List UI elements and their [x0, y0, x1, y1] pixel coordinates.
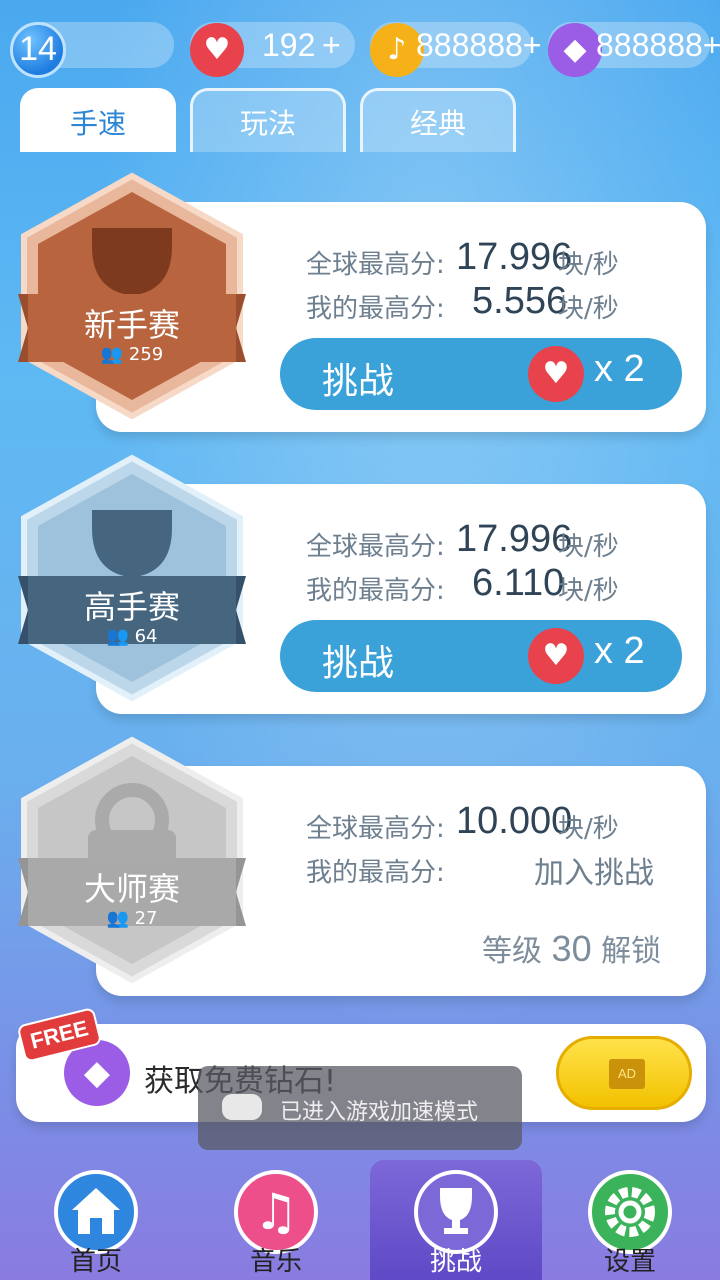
- challenge-button[interactable]: 挑战 ♥ x 2: [280, 338, 682, 410]
- heart-icon: ♥: [528, 628, 584, 684]
- nav-challenge-label: 挑战: [429, 1247, 482, 1277]
- expert-badge: 高手赛 👥 64: [14, 452, 250, 702]
- tab-classic[interactable]: 经典: [360, 88, 516, 152]
- global-best-label: 全球最高分:: [306, 814, 445, 844]
- league-name: 高手赛: [83, 588, 180, 626]
- global-best-value: 10.000: [456, 800, 573, 842]
- level-number: 14: [19, 30, 57, 68]
- ad-film-icon: AD: [609, 1059, 645, 1089]
- heart-icon: ♥: [190, 23, 244, 77]
- watch-ad-button[interactable]: AD: [556, 1036, 692, 1110]
- league-name: 新手赛: [83, 306, 180, 344]
- heart-icon: ♥: [528, 346, 584, 402]
- player-count: 👥 64: [106, 626, 158, 647]
- notes-count: 888888+: [416, 27, 542, 63]
- diamonds-count: 888888+: [596, 27, 720, 63]
- player-count: 👥 27: [106, 908, 158, 929]
- master-badge: 大师赛 👥 27: [14, 734, 250, 984]
- join-challenge-text: 加入挑战: [534, 856, 654, 891]
- nav-settings-label: 设置: [603, 1247, 656, 1277]
- players-icon: 👥: [100, 344, 129, 365]
- global-best-value: 17.996: [456, 236, 573, 278]
- nav-home-label: 首页: [69, 1247, 122, 1277]
- global-best-label: 全球最高分:: [306, 250, 445, 280]
- gamepad-icon: [222, 1094, 262, 1120]
- hearts-count: 192: [262, 27, 316, 63]
- my-best-label: 我的最高分:: [306, 294, 445, 324]
- nav-settings[interactable]: 设置: [540, 1160, 720, 1280]
- my-best-value: 5.556: [472, 280, 568, 322]
- my-best-value: 6.110: [472, 562, 565, 604]
- my-best-label: 我的最高分:: [306, 576, 445, 606]
- global-best-unit: 块/秒: [558, 250, 619, 280]
- game-mode-toast: 已进入游戏加速模式: [198, 1066, 522, 1150]
- global-best-unit: 块/秒: [558, 814, 619, 844]
- league-name: 大师赛: [83, 870, 180, 908]
- global-best-label: 全球最高分:: [306, 532, 445, 562]
- challenge-label: 挑战: [322, 361, 395, 402]
- nav-home[interactable]: 首页: [6, 1160, 186, 1280]
- my-best-unit: 块/秒: [558, 294, 619, 324]
- toast-message: 已进入游戏加速模式: [280, 1100, 479, 1125]
- players-icon: 👥: [106, 626, 135, 647]
- global-best-value: 17.996: [456, 518, 573, 560]
- challenge-button[interactable]: 挑战 ♥ x 2: [280, 620, 682, 692]
- heart-cost: x 2: [594, 630, 645, 672]
- player-count: 👥 259: [100, 344, 164, 365]
- beginner-badge: 新手赛 👥 259: [14, 170, 250, 420]
- tab-gameplay[interactable]: 玩法: [190, 88, 346, 152]
- players-icon: 👥: [106, 908, 135, 929]
- add-hearts-button[interactable]: +: [322, 27, 341, 64]
- heart-cost: x 2: [594, 348, 645, 390]
- nav-music[interactable]: ♫ 音乐: [186, 1160, 366, 1280]
- tab-speed[interactable]: 手速: [20, 88, 176, 152]
- bottom-nav: 首页 ♫ 音乐 挑战 设置: [0, 1160, 720, 1280]
- challenge-label: 挑战: [322, 643, 395, 684]
- diamond-icon: ◆: [548, 23, 602, 77]
- nav-music-label: 音乐: [249, 1247, 302, 1277]
- my-best-label: 我的最高分:: [306, 858, 445, 888]
- my-best-unit: 块/秒: [558, 576, 619, 606]
- unlock-requirement: 等级 30 解锁: [482, 928, 662, 969]
- global-best-unit: 块/秒: [558, 532, 619, 562]
- nav-challenge[interactable]: 挑战: [370, 1160, 542, 1280]
